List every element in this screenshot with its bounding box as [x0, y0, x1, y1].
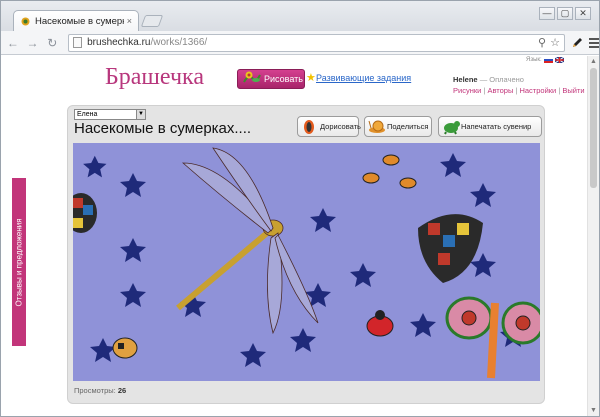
turtle-icon: [444, 121, 460, 135]
pencil-extension-icon[interactable]: [571, 37, 583, 49]
favicon-icon: [21, 17, 30, 25]
artwork-canvas: [73, 143, 540, 381]
reload-icon[interactable]: ↻: [44, 35, 60, 51]
close-window-button[interactable]: ✕: [575, 7, 591, 20]
forward-arrow-icon[interactable]: →: [25, 35, 41, 51]
tab-close-icon[interactable]: ×: [127, 16, 132, 26]
menu-authors[interactable]: Авторы: [487, 86, 513, 95]
print-souvenir-button[interactable]: Напечатать сувенир: [438, 116, 542, 137]
url-text[interactable]: brushechka.ru/works/1366/: [87, 37, 534, 48]
minimize-button[interactable]: —: [539, 7, 555, 20]
feedback-tab[interactable]: Отзывы и предложения: [12, 178, 26, 346]
menu-logout[interactable]: Выйти: [562, 86, 584, 95]
user-status: — Оплачено: [477, 75, 524, 84]
menu-drawings[interactable]: Рисунки: [453, 86, 481, 95]
scroll-thumb[interactable]: [590, 68, 597, 188]
page-scrollbar[interactable]: ▲ ▼: [587, 56, 599, 416]
feedback-tab-label: Отзывы и предложения: [14, 217, 24, 307]
browser-tab[interactable]: Насекомые в сумерках. ×: [13, 10, 139, 31]
back-arrow-icon[interactable]: ←: [5, 35, 21, 51]
draw-button-label: Рисовать: [264, 74, 303, 84]
star-icon: ★: [306, 72, 316, 84]
search-icon[interactable]: ⚲: [538, 36, 546, 49]
colored-pencil-icon: [304, 120, 314, 134]
language-label: Язык:: [526, 57, 542, 63]
user-name[interactable]: Helene: [453, 75, 478, 84]
tab-title: Насекомые в сумерках.: [35, 15, 124, 27]
web-page: Брашечка Рисовать ★ Развивающие задания …: [1, 56, 587, 416]
work-panel: Елена ▼ Насекомые в сумерках.... Дорисов…: [67, 105, 545, 404]
bookmark-star-icon[interactable]: ☆: [550, 36, 560, 49]
scroll-down-icon[interactable]: ▼: [590, 407, 597, 414]
new-tab-button[interactable]: [140, 15, 164, 27]
language-switcher: Язык:: [526, 57, 564, 63]
maximize-button[interactable]: ▢: [557, 7, 573, 20]
browser-window: Насекомые в сумерках. × — ▢ ✕ ← → ↻ brus…: [0, 0, 600, 417]
author-select[interactable]: Елена ▼: [74, 109, 146, 120]
tasks-link[interactable]: Развивающие задания: [316, 73, 411, 83]
chevron-down-icon: ▼: [136, 110, 145, 119]
scroll-up-icon[interactable]: ▲: [590, 58, 597, 65]
address-bar[interactable]: brushechka.ru/works/1366/ ⚲ ☆: [68, 33, 565, 52]
snail-icon: [368, 120, 385, 133]
tab-strip: Насекомые в сумерках. × — ▢ ✕: [1, 1, 599, 31]
window-controls: — ▢ ✕: [539, 7, 591, 20]
work-title: Насекомые в сумерках....: [74, 120, 252, 137]
menu-icon[interactable]: [588, 37, 599, 48]
share-button[interactable]: Поделиться: [364, 116, 432, 137]
views-counter: Просмотры: 26: [74, 386, 127, 395]
flower-icon: [243, 71, 261, 83]
menu-settings[interactable]: Настройки: [519, 86, 556, 95]
user-info: Helene — Оплачено: [453, 75, 524, 84]
finish-drawing-button[interactable]: Дорисовать: [297, 116, 361, 137]
russian-flag-icon[interactable]: [543, 57, 553, 63]
beetle: [112, 337, 138, 359]
page-icon: [73, 37, 83, 48]
views-count: 26: [117, 386, 127, 395]
english-flag-icon[interactable]: [554, 57, 564, 63]
site-logo[interactable]: Брашечка: [105, 64, 204, 91]
browser-toolbar: ← → ↻ brushechka.ru/works/1366/ ⚲ ☆: [1, 31, 599, 55]
author-select-value: Елена: [77, 111, 98, 118]
user-menu: Рисунки | Авторы | Настройки | Выйти: [453, 86, 585, 95]
draw-button[interactable]: Рисовать: [237, 69, 305, 89]
